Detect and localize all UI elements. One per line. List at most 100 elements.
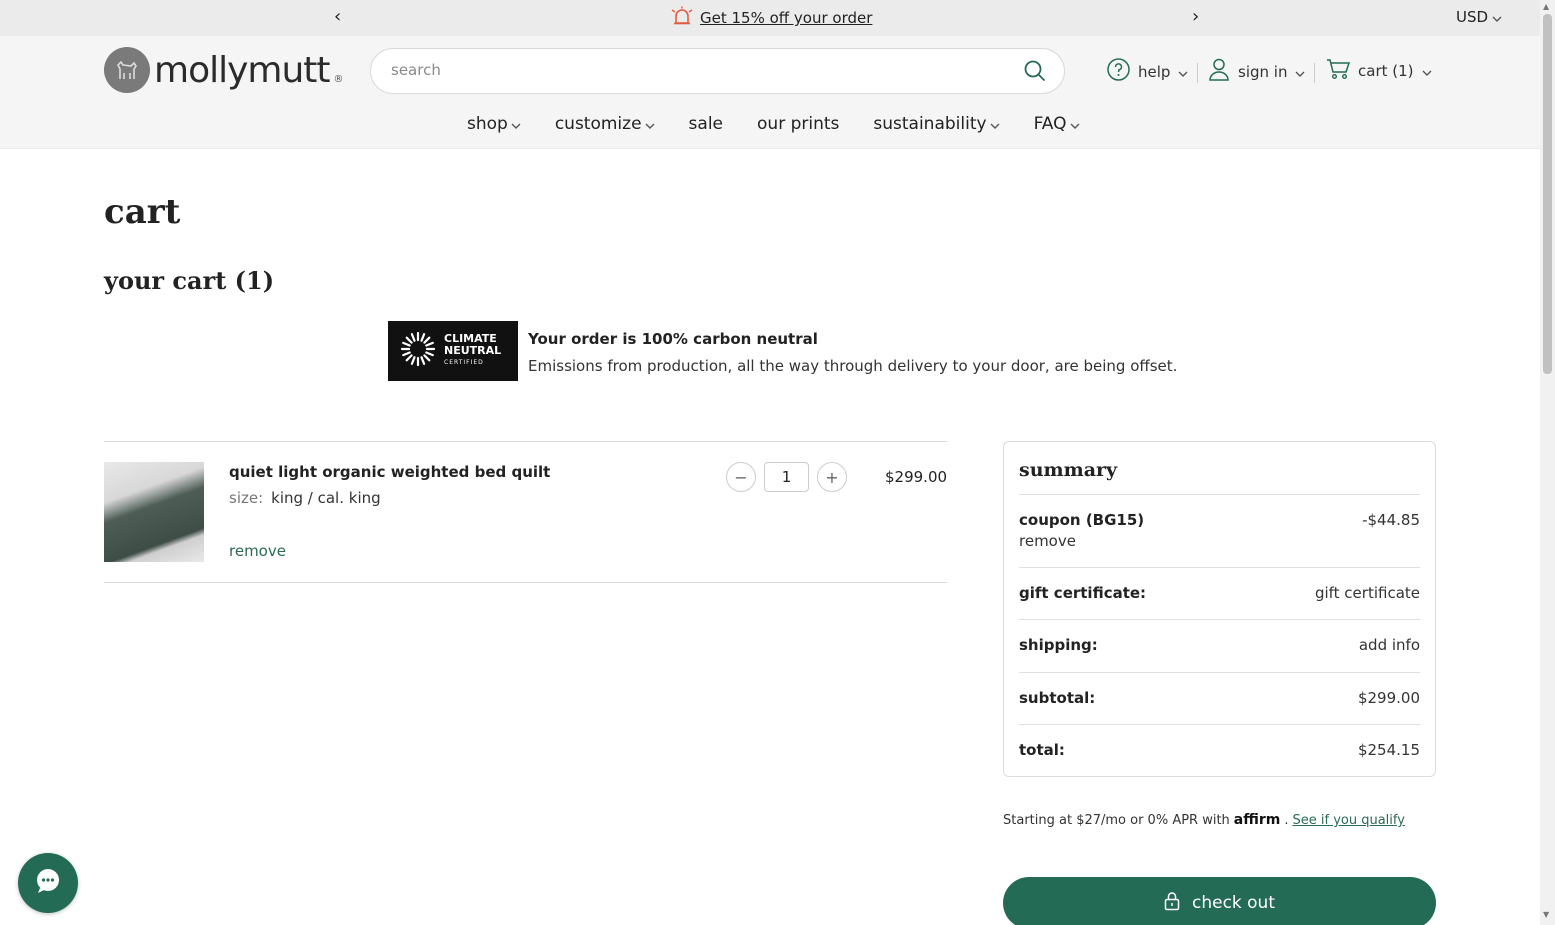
- sign-in-menu[interactable]: sign in: [1208, 58, 1305, 85]
- main-nav: shop customize sale our prints sustainab…: [467, 114, 1080, 134]
- nav-item-sale[interactable]: sale: [689, 114, 723, 134]
- gift-certificate-label: gift certificate:: [1019, 584, 1147, 602]
- currency-selector[interactable]: USD: [1456, 8, 1502, 26]
- scroll-up-icon[interactable]: ▲: [1543, 2, 1549, 11]
- logo[interactable]: mollymutt ®: [104, 47, 344, 93]
- chat-icon: [33, 866, 63, 900]
- coupon-row: coupon (BG15) -$44.85: [1019, 511, 1420, 529]
- divider: [1197, 63, 1198, 83]
- subtotal-label: subtotal:: [1019, 689, 1096, 707]
- order-summary: summary coupon (BG15) -$44.85 remove gif…: [1003, 441, 1436, 777]
- divider: [1019, 619, 1420, 620]
- chevron-down-icon: [1492, 8, 1502, 26]
- quantity-input[interactable]: 1: [764, 462, 809, 492]
- chevron-down-icon: [1422, 62, 1432, 80]
- shipping-row: shipping: add info: [1019, 636, 1420, 654]
- total-row: total: $254.15: [1019, 741, 1420, 759]
- chevron-down-icon: [1070, 114, 1080, 134]
- affirm-financing: Starting at $27/mo or 0% APR with affirm…: [1003, 812, 1405, 828]
- climate-line-2: NEUTRAL: [444, 344, 502, 357]
- climate-line-3: CERTIFIED: [444, 359, 484, 366]
- nav-label: customize: [554, 114, 642, 134]
- total-value: $254.15: [1357, 741, 1420, 759]
- decrement-button[interactable]: −: [726, 462, 756, 492]
- divider: [1019, 724, 1420, 725]
- checkout-button[interactable]: check out: [1003, 877, 1436, 925]
- carbon-neutral-description: Emissions from production, all the way t…: [528, 357, 1178, 375]
- alarm-icon: [670, 6, 694, 30]
- chevron-down-icon: [645, 114, 655, 134]
- help-label: help: [1138, 62, 1171, 81]
- search-bar: [370, 48, 1065, 94]
- subtotal-value: $299.00: [1357, 689, 1420, 707]
- nav-item-customize[interactable]: customize: [555, 114, 655, 134]
- divider: [104, 582, 947, 583]
- logo-text: mollymutt: [154, 49, 331, 91]
- increment-button[interactable]: +: [817, 462, 847, 492]
- shipping-add-info-link[interactable]: add info: [1359, 636, 1420, 654]
- checkout-label: check out: [1191, 893, 1276, 913]
- page-scrollbar[interactable]: ▲ ▼: [1540, 0, 1555, 925]
- sun-burst-icon: [398, 329, 438, 373]
- climate-neutral-badge: CLIMATE NEUTRAL CERTIFIED: [388, 321, 518, 381]
- remove-item-link[interactable]: remove: [229, 542, 286, 560]
- divider: [104, 441, 947, 442]
- chat-button[interactable]: [18, 853, 78, 913]
- gift-certificate-link[interactable]: gift certificate: [1315, 584, 1420, 602]
- product-size: size: king / cal. king: [229, 489, 381, 507]
- affirm-logo: affirm: [1233, 812, 1281, 828]
- nav-item-sustainability[interactable]: sustainability: [873, 114, 1000, 134]
- coupon-value: -$44.85: [1362, 511, 1420, 529]
- product-name[interactable]: quiet light organic weighted bed quilt: [229, 463, 550, 481]
- cart-icon: [1326, 58, 1351, 84]
- nav-label: sustainability: [873, 114, 987, 134]
- nav-item-shop[interactable]: shop: [467, 114, 521, 134]
- cart-heading: your cart (1): [104, 266, 275, 295]
- cart-label: cart (1): [1358, 62, 1414, 80]
- chevron-down-icon: [990, 114, 1000, 134]
- divider: [1019, 494, 1420, 495]
- nav-label: FAQ: [1033, 114, 1067, 134]
- nav-label: sale: [688, 114, 724, 134]
- help-menu[interactable]: help: [1107, 58, 1188, 85]
- affirm-qualify-link[interactable]: See if you qualify: [1293, 813, 1405, 828]
- total-label: total:: [1019, 741, 1065, 759]
- carbon-neutral-title: Your order is 100% carbon neutral: [528, 330, 818, 348]
- nav-item-faq[interactable]: FAQ: [1034, 114, 1080, 134]
- promo-bar: ‹ Get 15% off your order › USD: [0, 0, 1540, 36]
- chevron-right-icon[interactable]: ›: [1192, 6, 1199, 27]
- product-image[interactable]: [104, 462, 204, 562]
- nav-label: shop: [467, 114, 508, 134]
- chevron-down-icon: [511, 114, 521, 134]
- site-header: mollymutt ® help sign in cart (1) shop: [0, 36, 1540, 149]
- scroll-down-icon[interactable]: ▼: [1543, 910, 1549, 919]
- nav-label: our prints: [757, 114, 840, 134]
- search-input[interactable]: [391, 61, 1011, 79]
- coupon-label: coupon (BG15): [1019, 511, 1145, 529]
- nav-item-our-prints[interactable]: our prints: [757, 114, 839, 134]
- climate-badge-text: CLIMATE NEUTRAL CERTIFIED: [444, 333, 501, 369]
- promo-message: Get 15% off your order: [670, 6, 872, 30]
- scrollbar-thumb[interactable]: [1543, 14, 1552, 374]
- divider: [1019, 672, 1420, 673]
- item-price: $299.00: [885, 468, 948, 486]
- logo-dog-icon: [104, 47, 150, 93]
- summary-title: summary: [1019, 459, 1118, 481]
- chevron-left-icon[interactable]: ‹: [334, 6, 341, 27]
- sign-in-label: sign in: [1238, 62, 1288, 81]
- divider: [1314, 63, 1315, 83]
- promo-link[interactable]: Get 15% off your order: [700, 9, 872, 27]
- coupon-remove-link[interactable]: remove: [1019, 532, 1420, 550]
- chevron-down-icon: [1295, 63, 1305, 81]
- shipping-label: shipping:: [1019, 636, 1098, 654]
- user-icon: [1208, 58, 1230, 85]
- size-value: king / cal. king: [271, 489, 381, 507]
- search-icon[interactable]: [1024, 60, 1046, 86]
- logo-registered: ®: [333, 74, 344, 85]
- subtotal-row: subtotal: $299.00: [1019, 689, 1420, 707]
- divider: [1019, 567, 1420, 568]
- size-label: size:: [229, 489, 264, 507]
- page-title: cart: [104, 192, 181, 232]
- currency-label: USD: [1456, 8, 1489, 26]
- cart-menu[interactable]: cart (1): [1326, 58, 1432, 84]
